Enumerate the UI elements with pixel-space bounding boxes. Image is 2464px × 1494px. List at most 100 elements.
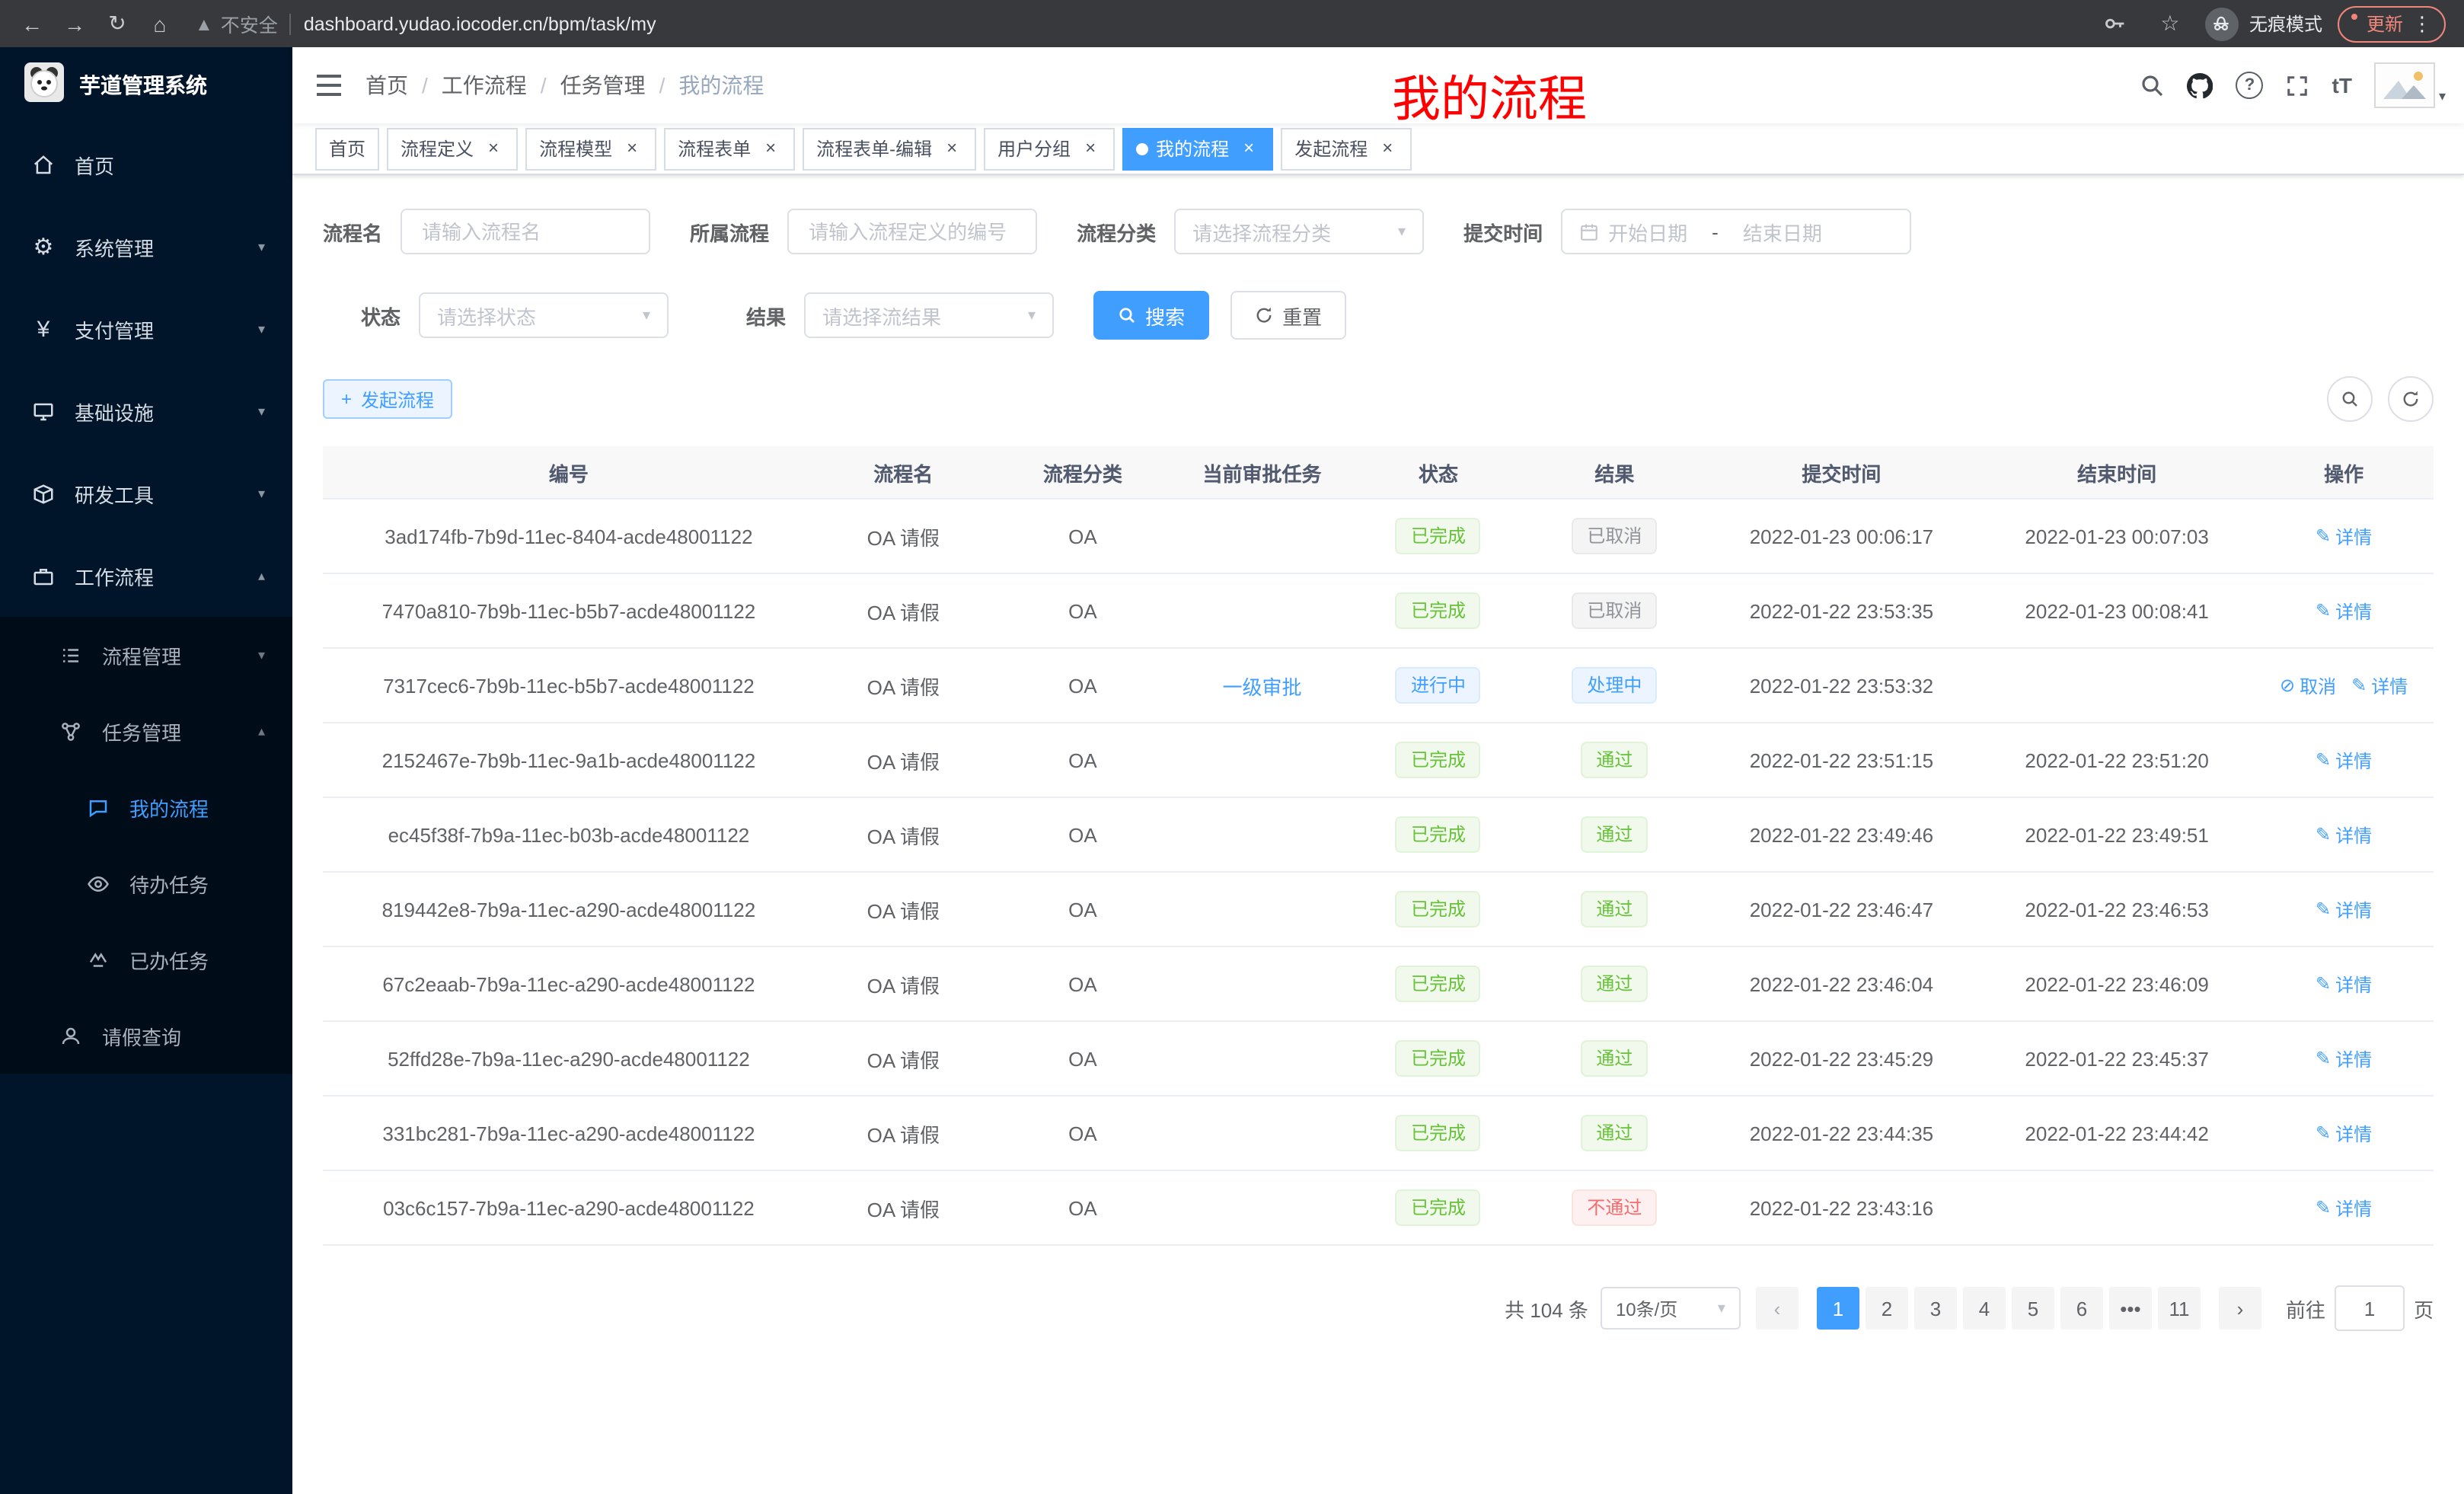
process-name-input[interactable]: [401, 209, 650, 254]
page-button[interactable]: 5: [2012, 1287, 2054, 1330]
reset-button[interactable]: 重置: [1230, 291, 1346, 340]
detail-link[interactable]: ✎详情: [2316, 896, 2372, 922]
close-icon[interactable]: ×: [483, 138, 504, 159]
view-tab[interactable]: 我的流程 ×: [1122, 127, 1273, 170]
forward-icon[interactable]: →: [55, 4, 94, 43]
sidebar-item-payment[interactable]: ¥ 支付管理 ▾: [0, 288, 292, 370]
key-icon[interactable]: [2095, 4, 2135, 43]
sidebar-item-label: 首页: [75, 150, 114, 179]
detail-link[interactable]: ✎详情: [2316, 598, 2372, 624]
logo[interactable]: 芋道管理系统: [0, 47, 292, 123]
security-warning[interactable]: ▲ 不安全: [195, 9, 278, 38]
url-text[interactable]: dashboard.yudao.iocoder.cn/bpm/task/my: [304, 13, 656, 34]
view-tab[interactable]: 流程表单-编辑 ×: [803, 127, 976, 170]
sidebar-item-home[interactable]: 首页: [0, 123, 292, 206]
detail-link[interactable]: ✎详情: [2316, 1120, 2372, 1146]
sidebar-item-process-mgmt[interactable]: 流程管理 ▾: [0, 617, 292, 693]
parent-process-input[interactable]: [787, 209, 1037, 254]
avatar[interactable]: ▾: [2375, 62, 2446, 108]
detail-link[interactable]: ✎详情: [2316, 747, 2372, 773]
breadcrumb-item-current: 我的流程: [678, 70, 764, 101]
cell-category: OA: [992, 1022, 1173, 1095]
page-size-select[interactable]: 10条/页 ▾: [1601, 1287, 1741, 1330]
view-tab[interactable]: 发起流程 ×: [1281, 127, 1412, 170]
view-tab[interactable]: 首页: [315, 127, 379, 170]
result-select[interactable]: 请选择流结果 ▾: [804, 292, 1054, 338]
screen: ← → ↻ ⌂ ▲ 不安全 dashboard.yudao.iocoder.cn…: [0, 0, 2464, 1494]
sidebar-item-system[interactable]: ⚙ 系统管理 ▾: [0, 206, 292, 288]
sidebar-item-workflow[interactable]: 工作流程 ▴: [0, 535, 292, 617]
detail-link[interactable]: ✎详情: [2316, 971, 2372, 997]
sidebar-item-my-process[interactable]: 我的流程: [0, 769, 292, 845]
page-button[interactable]: 6: [2060, 1287, 2103, 1330]
divider: [290, 13, 292, 34]
column-header: 操作: [2254, 446, 2434, 498]
help-icon[interactable]: ?: [2236, 72, 2264, 99]
page-button[interactable]: 1: [1817, 1287, 1859, 1330]
view-tab-label: 用户分组: [997, 136, 1071, 161]
close-icon[interactable]: ×: [941, 138, 962, 159]
create-process-button[interactable]: + 发起流程: [323, 379, 452, 419]
process-name-input-field[interactable]: [419, 219, 632, 244]
category-select[interactable]: 请选择流程分类 ▾: [1174, 209, 1424, 254]
reload-icon[interactable]: ↻: [97, 4, 137, 43]
view-tab-label: 流程表单: [678, 136, 751, 161]
status-select[interactable]: 请选择状态 ▾: [419, 292, 669, 338]
breadcrumb-item[interactable]: 工作流程: [442, 70, 527, 101]
menu-kebab-icon[interactable]: ⋮: [2412, 11, 2432, 36]
home-nav-icon[interactable]: ⌂: [140, 4, 180, 43]
detail-link[interactable]: ✎详情: [2351, 672, 2408, 698]
page-button[interactable]: 2: [1866, 1287, 1908, 1330]
view-tab[interactable]: 流程表单 ×: [664, 127, 795, 170]
github-icon[interactable]: [2188, 72, 2213, 98]
create-process-label: 发起流程: [361, 386, 434, 412]
sidebar-item-infrastructure[interactable]: 基础设施 ▾: [0, 370, 292, 452]
page-button[interactable]: 4: [1963, 1287, 2006, 1330]
back-icon[interactable]: ←: [12, 4, 52, 43]
breadcrumb-item[interactable]: 任务管理: [560, 70, 646, 101]
pages-more-button[interactable]: •••: [2109, 1287, 2152, 1330]
detail-link[interactable]: ✎详情: [2316, 1195, 2372, 1221]
show-search-icon[interactable]: [2327, 376, 2373, 422]
view-tab[interactable]: 流程模型 ×: [525, 127, 656, 170]
sidebar-item-todo-task[interactable]: 待办任务: [0, 845, 292, 921]
page-button[interactable]: 3: [1914, 1287, 1957, 1330]
close-icon[interactable]: ×: [1080, 138, 1101, 159]
detail-link[interactable]: ✎详情: [2316, 523, 2372, 549]
chevron-down-icon: ▾: [258, 321, 265, 337]
fullscreen-icon[interactable]: [2287, 74, 2309, 97]
cancel-link[interactable]: ⊘取消: [2280, 672, 2336, 698]
search-icon[interactable]: [2140, 73, 2165, 97]
sidebar-item-task-mgmt[interactable]: 任务管理 ▴: [0, 693, 292, 769]
close-icon[interactable]: ×: [760, 138, 781, 159]
address-bar[interactable]: ▲ 不安全 dashboard.yudao.iocoder.cn/bpm/tas…: [195, 9, 2080, 38]
refresh-icon[interactable]: [2388, 376, 2434, 422]
current-task-link[interactable]: 一级审批: [1223, 671, 1302, 700]
prev-page-button[interactable]: ‹: [1756, 1287, 1799, 1330]
detail-link[interactable]: ✎详情: [2316, 1045, 2372, 1071]
bookmark-star-icon[interactable]: ☆: [2150, 4, 2190, 43]
search-button[interactable]: 搜索: [1093, 291, 1209, 340]
detail-link[interactable]: ✎详情: [2316, 822, 2372, 848]
close-icon[interactable]: ×: [1238, 138, 1259, 159]
cell-end-time: 2022-01-23 00:08:41: [1980, 574, 2254, 647]
page-button[interactable]: 11: [2158, 1287, 2201, 1330]
view-tab[interactable]: 流程定义 ×: [387, 127, 518, 170]
close-icon[interactable]: ×: [1377, 138, 1398, 159]
parent-process-input-field[interactable]: [806, 219, 1019, 244]
date-range-picker[interactable]: 开始日期 - 结束日期: [1561, 209, 1911, 254]
view-tab[interactable]: 用户分组 ×: [984, 127, 1115, 170]
sidebar-item-leave-query[interactable]: 请假查询: [0, 998, 292, 1074]
sidebar-item-done-task[interactable]: 已办任务: [0, 921, 292, 998]
tags-view: 首页 流程定义 × 流程模型 × 流程表单 × 流程表单-编辑 × 用户分组 ×…: [292, 123, 2464, 175]
font-size-icon[interactable]: tT: [2332, 73, 2352, 97]
close-icon[interactable]: ×: [621, 138, 643, 159]
sidebar-item-devtools[interactable]: 研发工具 ▾: [0, 452, 292, 535]
next-page-button[interactable]: ›: [2219, 1287, 2261, 1330]
category-select-placeholder: 请选择流程分类: [1192, 217, 1331, 246]
breadcrumb-item[interactable]: 首页: [365, 70, 408, 101]
goto-page-input[interactable]: [2335, 1285, 2405, 1331]
hamburger-icon[interactable]: [292, 73, 365, 97]
pagination-total: 共 104 条: [1505, 1294, 1588, 1323]
update-button[interactable]: 更新 ⋮: [2338, 5, 2446, 42]
